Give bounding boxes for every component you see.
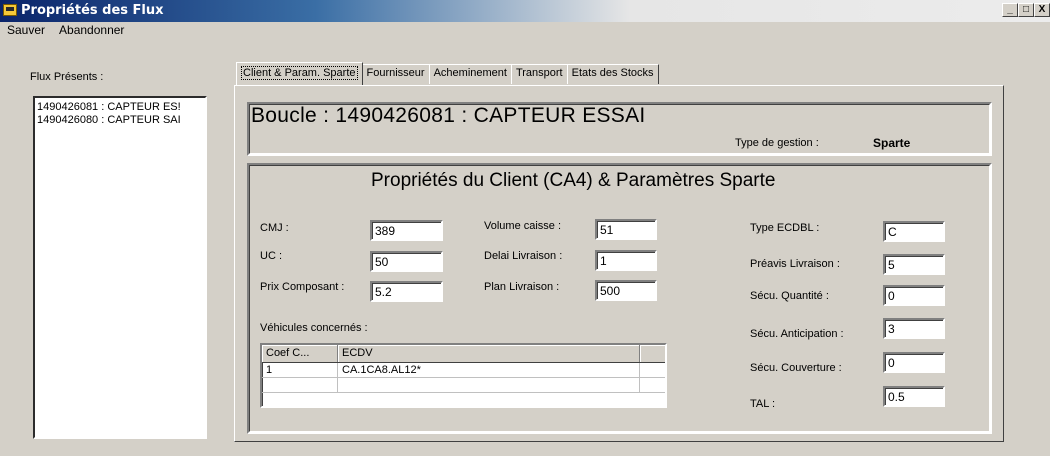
grid-header-extra[interactable] [640, 345, 665, 362]
menu-abandonner-label: Abandonner [59, 23, 125, 37]
tab-acheminement[interactable]: Acheminement [428, 64, 512, 84]
window-controls: _ □ X [1002, 3, 1050, 17]
grid-header-coef[interactable]: Coef C... [262, 345, 338, 362]
menu-abandonner[interactable]: Abandonner [56, 22, 127, 40]
menu-sauver-label: Sauver [7, 23, 46, 37]
type-gestion-label: Type de gestion : [735, 137, 819, 149]
tab-etats-des-stocks[interactable]: Etats des Stocks [566, 64, 659, 84]
close-button[interactable]: X [1034, 3, 1050, 17]
grid-cell[interactable] [640, 378, 665, 392]
uc-field[interactable]: 50 [370, 251, 443, 272]
vehicules-grid[interactable]: Coef C... ECDV 1 CA.1CA8.AL12* [260, 343, 667, 408]
volume-caisse-field[interactable]: 51 [595, 219, 657, 240]
prix-composant-label: Prix Composant : [260, 281, 345, 293]
cmj-field[interactable]: 389 [370, 220, 443, 241]
tal-label: TAL : [750, 398, 776, 410]
vehicules-label: Véhicules concernés : [260, 322, 368, 334]
plan-livraison-field[interactable]: 500 [595, 280, 657, 301]
tab-client-param-sparte[interactable]: Client & Param. Sparte [236, 62, 363, 85]
title-bar: Propriétés des Flux _ □ X [0, 0, 1050, 22]
menu-sauver[interactable]: Sauver [4, 22, 48, 40]
secu-couverture-field[interactable]: 0 [883, 352, 945, 373]
volume-caisse-label: Volume caisse : [484, 220, 562, 232]
grid-cell[interactable] [262, 378, 338, 392]
boucle-title: Boucle : 1490426081 : CAPTEUR ESSAI [251, 104, 646, 127]
type-ecdbl-field[interactable]: C [883, 221, 945, 242]
grid-cell[interactable]: CA.1CA8.AL12* [338, 363, 640, 377]
window-title: Propriétés des Flux [21, 3, 164, 18]
secu-couverture-label: Sécu. Couverture : [750, 362, 842, 374]
grid-cell[interactable]: 1 [262, 363, 338, 377]
tab-transport[interactable]: Transport [510, 64, 568, 84]
secu-quantite-field[interactable]: 0 [883, 285, 945, 306]
delai-livraison-field[interactable]: 1 [595, 250, 657, 271]
flux-item[interactable]: 1490426081 : CAPTEUR ES! [37, 101, 203, 114]
secu-quantite-label: Sécu. Quantité : [750, 290, 829, 302]
tab-fournisseur[interactable]: Fournisseur [361, 64, 430, 84]
secu-anticipation-field[interactable]: 3 [883, 318, 945, 339]
grid-header-ecdv[interactable]: ECDV [338, 345, 640, 362]
uc-label: UC : [260, 250, 282, 262]
tab-strip: Client & Param. Sparte Fournisseur Achem… [236, 62, 659, 85]
cmj-label: CMJ : [260, 222, 289, 234]
tab-label: Client & Param. Sparte [241, 66, 358, 80]
app-icon [3, 4, 17, 16]
preavis-livraison-field[interactable]: 5 [883, 254, 945, 275]
plan-livraison-label: Plan Livraison : [484, 281, 560, 293]
type-gestion-value: Sparte [873, 136, 911, 150]
secu-anticipation-label: Sécu. Anticipation : [750, 328, 844, 340]
grid-cell[interactable] [640, 363, 665, 377]
grid-cell[interactable] [338, 378, 640, 392]
delai-livraison-label: Delai Livraison : [484, 250, 563, 262]
minimize-button[interactable]: _ [1002, 3, 1018, 17]
maximize-button[interactable]: □ [1018, 3, 1034, 17]
client-title: Propriétés du Client (CA4) & Paramètres … [371, 170, 776, 191]
menu-bar: Sauver Abandonner [0, 22, 127, 40]
grid-row[interactable] [262, 378, 665, 393]
type-ecdbl-label: Type ECDBL : [750, 222, 820, 234]
flux-presents-label: Flux Présents : [30, 71, 104, 83]
tal-field[interactable]: 0.5 [883, 386, 945, 407]
flux-item[interactable]: 1490426080 : CAPTEUR SAI [37, 114, 203, 127]
grid-row[interactable]: 1 CA.1CA8.AL12* [262, 363, 665, 378]
flux-list[interactable]: 1490426081 : CAPTEUR ES! 1490426080 : CA… [33, 96, 207, 439]
preavis-livraison-label: Préavis Livraison : [750, 258, 840, 270]
grid-header: Coef C... ECDV [262, 345, 665, 363]
prix-composant-field[interactable]: 5.2 [370, 281, 443, 302]
